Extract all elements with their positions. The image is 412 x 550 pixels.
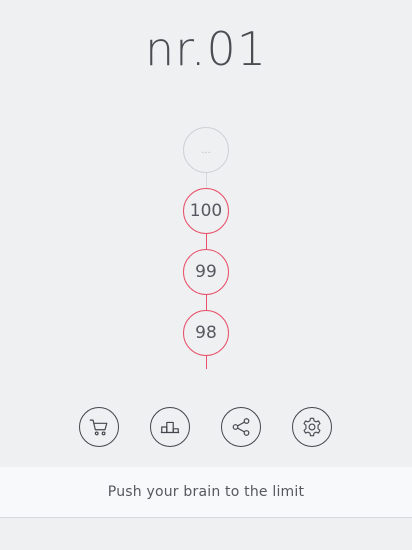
tagline-text: Push your brain to the limit — [107, 484, 305, 500]
share-button[interactable] — [221, 407, 261, 447]
tagline-bar: Push your brain to the limit — [0, 467, 412, 518]
level-connector — [205, 355, 207, 369]
level-node-99[interactable]: 99 — [183, 249, 229, 295]
podium-icon — [160, 421, 180, 434]
level-connector — [205, 294, 207, 310]
leaderboard-button[interactable] — [150, 407, 190, 447]
cart-icon — [89, 419, 108, 436]
level-node-locked: ... — [183, 127, 229, 173]
level-label: 99 — [195, 262, 217, 282]
level-connector — [205, 233, 207, 249]
level-node-98[interactable]: 98 — [183, 310, 229, 356]
level-connector — [205, 172, 207, 188]
shop-button[interactable] — [79, 407, 119, 447]
level-label: 98 — [195, 323, 217, 343]
level-label: ... — [201, 144, 211, 156]
gear-icon — [303, 417, 321, 437]
share-icon — [232, 418, 250, 436]
settings-button[interactable] — [292, 407, 332, 447]
level-node-100[interactable]: 100 — [183, 188, 229, 234]
level-track: ... 100 99 98 — [0, 0, 412, 380]
level-label: 100 — [189, 201, 223, 221]
